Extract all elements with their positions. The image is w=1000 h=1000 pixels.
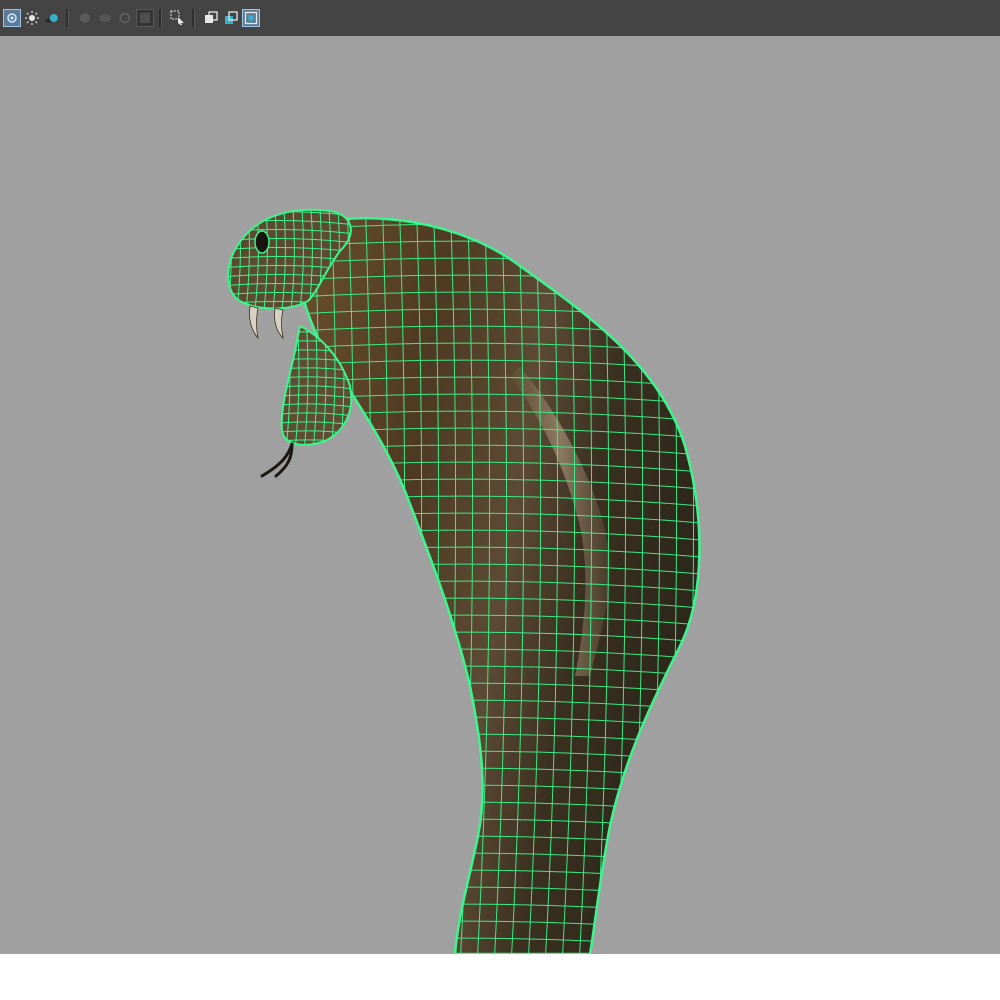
toolbar-separator xyxy=(159,9,162,27)
cobra-model xyxy=(227,208,701,954)
viewport-toolbar xyxy=(0,0,1000,36)
toolbar-separator xyxy=(192,9,195,27)
cobra-fangs xyxy=(249,305,284,340)
camera-toggle-icon[interactable] xyxy=(3,9,21,27)
toolbar-separator xyxy=(66,9,69,27)
xray-joints-icon[interactable] xyxy=(223,10,239,26)
isolate-select-icon[interactable] xyxy=(170,10,186,26)
anti-aliasing-icon[interactable] xyxy=(117,10,133,26)
cobra-eye xyxy=(254,230,270,254)
3d-viewport[interactable] xyxy=(0,36,1000,954)
cobra-hood xyxy=(298,216,701,954)
light-sun-icon[interactable] xyxy=(24,10,40,26)
xray-icon[interactable] xyxy=(203,10,219,26)
shadow-sphere-icon[interactable] xyxy=(44,10,60,26)
ambient-occlusion-icon[interactable] xyxy=(77,10,93,26)
cobra-tongue xyxy=(260,442,294,478)
motion-blur-icon[interactable] xyxy=(97,10,113,26)
depth-of-field-icon[interactable] xyxy=(136,9,154,27)
maya-viewport-window xyxy=(0,0,1000,1000)
xray-active-components-icon[interactable] xyxy=(242,9,260,27)
